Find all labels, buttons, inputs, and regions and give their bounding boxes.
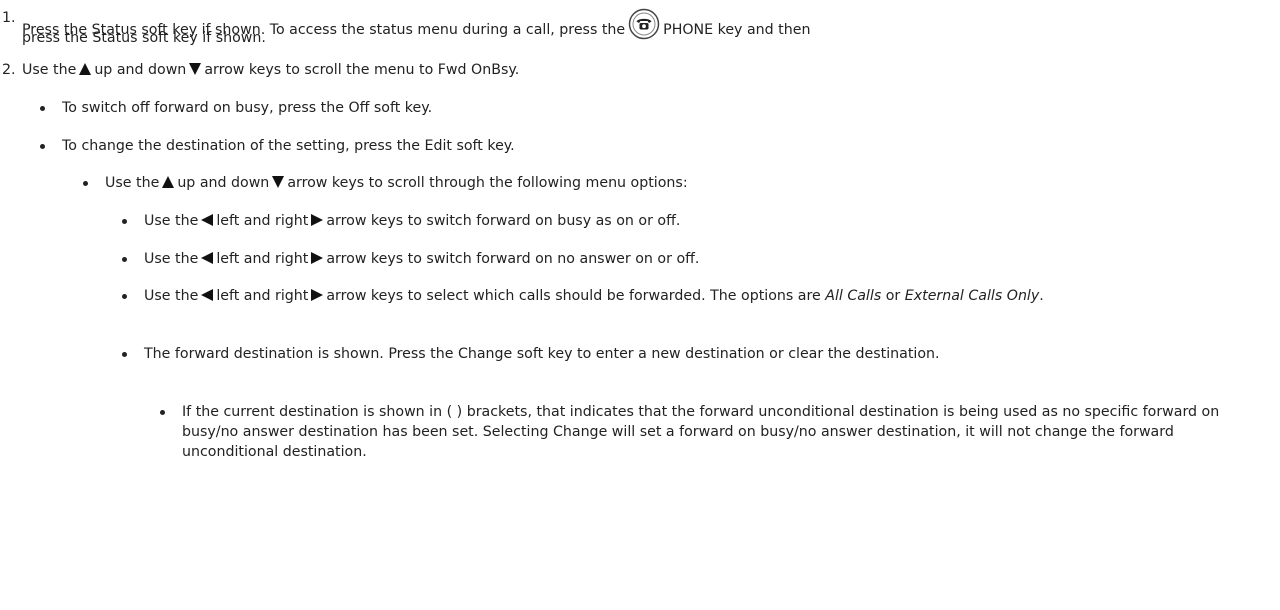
step-text-continued: press the Status soft key if shown. [22, 30, 266, 46]
step-number: 2. [2, 62, 16, 78]
up-arrow-icon [79, 61, 92, 81]
left-arrow-icon [201, 250, 214, 270]
step-number: 1. [2, 10, 16, 26]
up-arrow-icon [162, 174, 175, 194]
bullet-dot [122, 294, 127, 299]
right-arrow-icon [311, 212, 324, 232]
bullet-dot [40, 144, 45, 149]
bullet-dot [40, 106, 45, 111]
bullet-dot [83, 181, 88, 186]
left-arrow-icon [201, 212, 214, 232]
option-external-calls-only: External Calls Only [904, 288, 1040, 304]
down-arrow-icon [272, 174, 285, 194]
right-arrow-icon [311, 287, 324, 307]
bullet-dot [160, 410, 165, 415]
right-arrow-icon [311, 250, 324, 270]
step-text: Use the up and down arrow keys to scroll t… [22, 60, 1242, 81]
help-document: 1. Press the Status soft key if shown. T… [0, 0, 1280, 610]
bullet-dot [122, 352, 127, 357]
option-all-calls: All Calls [825, 288, 882, 304]
left-arrow-icon [201, 287, 214, 307]
bullet-dot [122, 219, 127, 224]
bullet-dot [122, 257, 127, 262]
down-arrow-icon [189, 61, 202, 81]
